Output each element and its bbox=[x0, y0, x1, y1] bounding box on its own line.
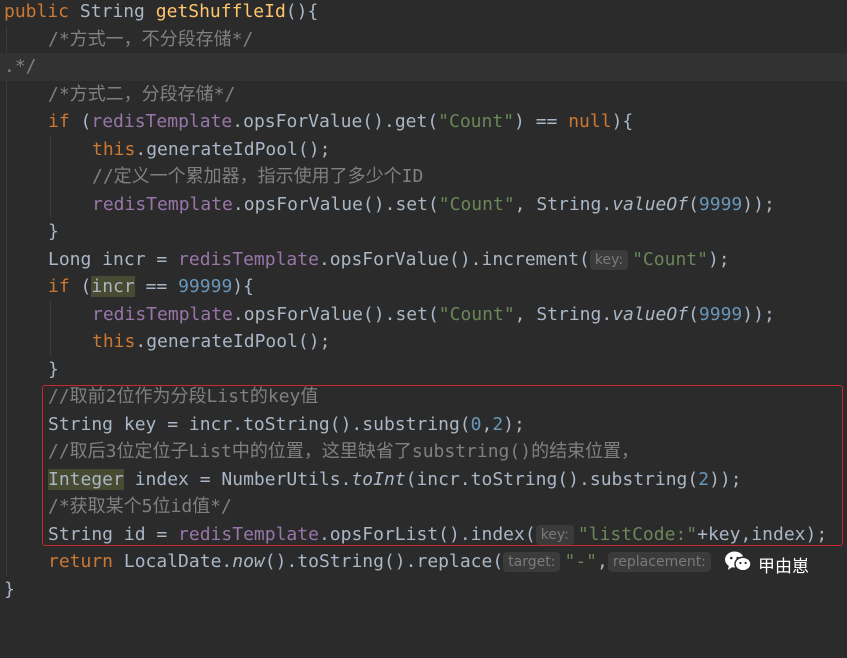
code-token: ().toString().replace( bbox=[264, 551, 504, 572]
code-line: .*/ bbox=[0, 53, 847, 81]
code-line: } bbox=[0, 218, 847, 246]
code-token: String bbox=[79, 1, 145, 22]
code-string: "Count" bbox=[438, 111, 515, 132]
code-token: )); bbox=[742, 303, 775, 325]
code-token: .opsForValue().set( bbox=[232, 193, 439, 215]
code-token: , bbox=[597, 551, 608, 572]
code-token: )); bbox=[742, 193, 775, 215]
wechat-icon bbox=[724, 550, 752, 579]
code-token: getShuffleId bbox=[155, 1, 286, 22]
code-comment: //定义一个累加器，指示使用了多少个ID bbox=[92, 166, 424, 187]
code-token: ( bbox=[69, 111, 92, 132]
highlighted-usage: incr bbox=[91, 276, 135, 297]
code-number: 99999 bbox=[178, 276, 233, 297]
code-line: } bbox=[0, 576, 847, 604]
code-token: LocalDate. bbox=[113, 551, 233, 572]
code-editor[interactable]: public String getShuffleId(){ /*方式一，不分段存… bbox=[0, 0, 847, 602]
code-token: ); bbox=[707, 248, 730, 270]
code-token: redisTemplate bbox=[91, 111, 233, 132]
code-token: (){ bbox=[285, 1, 319, 22]
parameter-hint: replacement: bbox=[607, 552, 711, 572]
code-token: now bbox=[232, 551, 265, 572]
code-token: ){ bbox=[611, 111, 634, 132]
code-token: ( bbox=[688, 193, 699, 215]
code-token: .opsForValue().get( bbox=[232, 111, 439, 132]
code-token: ) == bbox=[514, 111, 569, 132]
code-token: ( bbox=[69, 276, 92, 297]
code-line: return LocalDate.now().toString().replac… bbox=[0, 548, 847, 576]
code-line: Long incr = redisTemplate.opsForValue().… bbox=[0, 245, 847, 273]
code-line: this.generateIdPool(); bbox=[0, 135, 847, 163]
code-string: "Count" bbox=[632, 248, 708, 270]
code-line: /*方式一，不分段存储*/ bbox=[0, 25, 847, 53]
code-token: null bbox=[568, 111, 612, 132]
parameter-hint: target: bbox=[503, 552, 561, 572]
code-string: "Count" bbox=[438, 303, 515, 325]
code-token: , String. bbox=[514, 193, 613, 215]
code-token: } bbox=[48, 221, 59, 242]
code-token: } bbox=[48, 358, 59, 380]
code-token: this bbox=[92, 138, 136, 160]
code-string: "-" bbox=[564, 551, 597, 572]
code-line: if (incr == 99999){ bbox=[0, 273, 847, 301]
code-line: redisTemplate.opsForValue().set("Count",… bbox=[0, 300, 847, 328]
code-token: valueOf bbox=[612, 303, 689, 325]
code-token: public bbox=[4, 1, 70, 22]
code-comment: /*方式二，分段存储*/ bbox=[48, 83, 236, 105]
code-line: } bbox=[0, 355, 847, 383]
code-string: "Count" bbox=[438, 193, 515, 215]
code-token: } bbox=[4, 578, 15, 600]
code-line: /*方式二，分段存储*/ bbox=[0, 80, 847, 108]
code-token: redisTemplate bbox=[92, 303, 233, 325]
code-token: .opsForValue().increment( bbox=[318, 248, 590, 270]
code-token: ( bbox=[688, 303, 699, 325]
code-token: return bbox=[48, 551, 114, 572]
code-line: if (redisTemplate.opsForValue().get("Cou… bbox=[0, 108, 847, 136]
code-token: .generateIdPool(); bbox=[135, 138, 331, 160]
code-number: 9999 bbox=[698, 303, 743, 325]
code-token: , String. bbox=[514, 303, 613, 325]
code-token: if bbox=[48, 111, 70, 132]
code-line: public String getShuffleId(){ bbox=[0, 0, 847, 26]
code-line: redisTemplate.opsForValue().set("Count",… bbox=[0, 190, 847, 218]
code-token: this bbox=[92, 331, 136, 352]
code-line: //定义一个累加器，指示使用了多少个ID bbox=[0, 163, 847, 191]
code-comment: .*/ bbox=[4, 56, 37, 77]
code-token: redisTemplate bbox=[178, 248, 319, 270]
code-number: 9999 bbox=[698, 193, 743, 215]
code-comment: /*方式一，不分段存储*/ bbox=[48, 28, 254, 50]
code-token: if bbox=[48, 276, 70, 297]
code-token: == bbox=[134, 276, 179, 297]
code-token: valueOf bbox=[612, 193, 689, 215]
code-token: Long incr = bbox=[48, 248, 179, 270]
watermark-text: 甲由崽 bbox=[758, 556, 809, 577]
parameter-hint: key: bbox=[589, 249, 629, 270]
code-token: .generateIdPool(); bbox=[135, 331, 331, 352]
code-token: .opsForValue().set( bbox=[232, 303, 439, 325]
code-token: ){ bbox=[232, 276, 254, 297]
code-token: redisTemplate bbox=[92, 193, 233, 215]
code-line: this.generateIdPool(); bbox=[0, 328, 847, 356]
highlight-box bbox=[42, 385, 843, 546]
watermark: 甲由崽 bbox=[724, 549, 809, 579]
